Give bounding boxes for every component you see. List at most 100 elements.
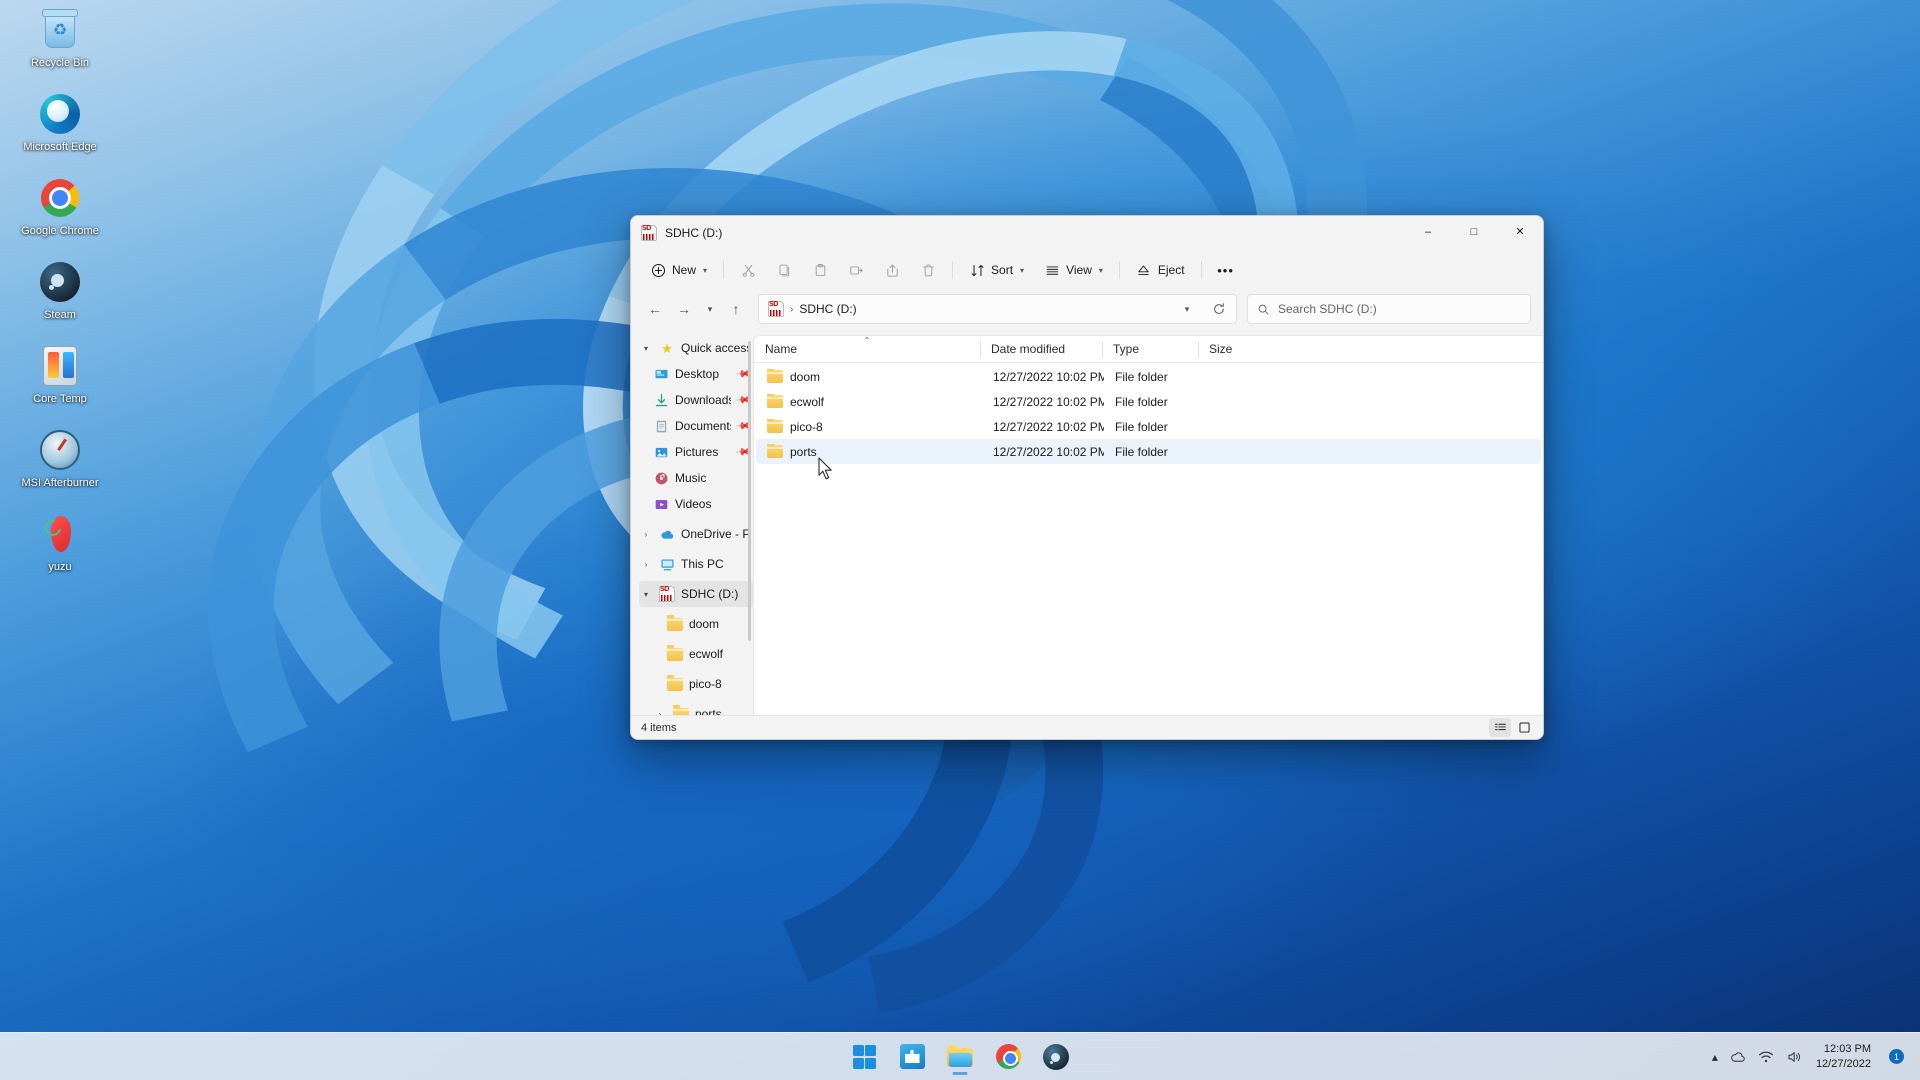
large-icons-view-button[interactable] bbox=[1513, 718, 1535, 737]
refresh-button[interactable] bbox=[1206, 297, 1232, 321]
chevron-down-icon[interactable]: ▾ bbox=[639, 344, 653, 353]
item-count-label: 4 items bbox=[641, 721, 677, 734]
taskbar-steam[interactable] bbox=[1036, 1037, 1076, 1077]
share-button[interactable] bbox=[875, 255, 909, 285]
window-titlebar[interactable]: SD SDHC (D:) – □ ✕ bbox=[631, 216, 1543, 249]
table-row[interactable]: doom 12/27/2022 10:02 PM File folder bbox=[756, 364, 1541, 389]
sidebar-item-this-pc[interactable]: › This PC bbox=[639, 551, 753, 577]
sidebar-item-ecwolf[interactable]: ecwolf bbox=[639, 641, 753, 667]
search-placeholder: Search SDHC (D:) bbox=[1278, 302, 1377, 316]
column-header-size[interactable]: Size bbox=[1198, 336, 1260, 363]
sidebar-item-videos[interactable]: Videos bbox=[639, 491, 753, 517]
sort-button[interactable]: Sort ▾ bbox=[960, 255, 1033, 285]
maximize-button[interactable]: □ bbox=[1451, 216, 1497, 249]
clock-button[interactable]: 12:03 PM 12/27/2022 bbox=[1808, 1042, 1879, 1072]
sidebar-item-label: SDHC (D:) bbox=[681, 587, 739, 601]
see-more-button[interactable]: ••• bbox=[1209, 255, 1243, 285]
column-header-row: ⌃ Name Date modified Type Size bbox=[754, 336, 1543, 363]
taskbar-microsoft-store[interactable] bbox=[892, 1037, 932, 1077]
share-icon bbox=[884, 262, 900, 278]
eject-button[interactable]: Eject bbox=[1127, 255, 1194, 285]
notification-center-button[interactable]: 1 bbox=[1879, 1039, 1910, 1075]
music-icon bbox=[653, 470, 669, 486]
chevron-right-icon[interactable]: › bbox=[653, 710, 667, 716]
large-icons-view-icon bbox=[1518, 722, 1530, 733]
folder-icon bbox=[767, 393, 783, 410]
desktop-icon-label: Microsoft Edge bbox=[23, 141, 97, 153]
back-button[interactable]: ← bbox=[641, 295, 669, 323]
sidebar-item-documents[interactable]: Documents 📌 bbox=[639, 413, 753, 439]
table-row[interactable]: ecwolf 12/27/2022 10:02 PM File folder bbox=[756, 389, 1541, 414]
taskbar-google-chrome[interactable] bbox=[988, 1037, 1028, 1077]
sort-icon bbox=[969, 262, 985, 278]
sidebar-item-music[interactable]: Music bbox=[639, 465, 753, 491]
start-button[interactable] bbox=[844, 1037, 884, 1077]
desktop-icon-google-chrome[interactable]: Google Chrome bbox=[17, 176, 103, 238]
sidebar-item-sdhc-d[interactable]: ▾ SD SDHC (D:) bbox=[639, 581, 753, 607]
divider bbox=[1200, 261, 1202, 279]
sidebar-item-doom[interactable]: doom bbox=[639, 611, 753, 637]
network-button[interactable] bbox=[1752, 1039, 1780, 1075]
desktop-icon-recycle-bin[interactable]: Recycle Bin bbox=[17, 8, 103, 70]
sidebar-item-ports[interactable]: › ports bbox=[639, 701, 753, 715]
folder-icon bbox=[667, 645, 683, 662]
copy-button[interactable] bbox=[767, 255, 801, 285]
cut-button[interactable] bbox=[731, 255, 765, 285]
taskbar: ▴ 12:03 PM 12/27/2022 1 bbox=[0, 1032, 1920, 1080]
delete-button[interactable] bbox=[911, 255, 945, 285]
column-header-date-modified[interactable]: Date modified bbox=[980, 336, 1102, 363]
table-row[interactable]: pico-8 12/27/2022 10:02 PM File folder bbox=[756, 414, 1541, 439]
file-name-cell: ports bbox=[756, 443, 982, 460]
sidebar-item-desktop[interactable]: Desktop 📌 bbox=[639, 361, 753, 387]
address-dropdown-button[interactable]: ▾ bbox=[1174, 297, 1200, 321]
rename-button[interactable] bbox=[839, 255, 873, 285]
search-input[interactable]: Search SDHC (D:) bbox=[1247, 294, 1531, 324]
desktop-icon-microsoft-edge[interactable]: Microsoft Edge bbox=[17, 92, 103, 154]
sidebar-item-onedrive[interactable]: › OneDrive - Perso bbox=[639, 521, 753, 547]
table-row[interactable]: ports 12/27/2022 10:02 PM File folder bbox=[756, 439, 1541, 464]
status-bar: 4 items bbox=[631, 715, 1543, 739]
sidebar-item-pictures[interactable]: Pictures 📌 bbox=[639, 439, 753, 465]
up-button[interactable]: ↑ bbox=[722, 295, 750, 323]
breadcrumb-current[interactable]: SDHC (D:) bbox=[799, 302, 856, 316]
system-tray: ▴ 12:03 PM 12/27/2022 1 bbox=[1706, 1033, 1920, 1080]
edge-icon bbox=[38, 92, 82, 136]
documents-icon bbox=[653, 418, 669, 434]
sidebar-item-pico-8[interactable]: pico-8 bbox=[639, 671, 753, 697]
new-button[interactable]: New ▾ bbox=[641, 255, 716, 285]
taskbar-app-group bbox=[844, 1033, 1076, 1080]
paste-button[interactable] bbox=[803, 255, 837, 285]
folder-icon bbox=[667, 615, 683, 632]
sidebar-item-label: Documents bbox=[675, 419, 731, 433]
chevron-down-icon: ▾ bbox=[703, 265, 708, 275]
folder-icon bbox=[767, 443, 783, 460]
desktop-icon-msi-afterburner[interactable]: MSI Afterburner bbox=[17, 428, 103, 490]
view-button[interactable]: View ▾ bbox=[1035, 255, 1112, 285]
chevron-right-icon[interactable]: › bbox=[639, 530, 653, 539]
file-name-cell: doom bbox=[756, 368, 982, 385]
forward-button[interactable]: → bbox=[670, 295, 698, 323]
chevron-right-icon[interactable]: › bbox=[639, 560, 653, 569]
show-hidden-icons-button[interactable]: ▴ bbox=[1706, 1039, 1724, 1075]
details-view-button[interactable] bbox=[1489, 718, 1511, 737]
column-header-name[interactable]: ⌃ Name bbox=[754, 336, 980, 363]
close-button[interactable]: ✕ bbox=[1497, 216, 1543, 249]
chevron-down-icon[interactable]: ▾ bbox=[639, 590, 653, 599]
sidebar-item-quick-access[interactable]: ▾ ★ Quick access bbox=[639, 335, 753, 361]
desktop-icon-core-temp[interactable]: Core Temp bbox=[17, 344, 103, 406]
sidebar-item-downloads[interactable]: Downloads 📌 bbox=[639, 387, 753, 413]
onedrive-tray-button[interactable] bbox=[1724, 1039, 1752, 1075]
address-bar[interactable]: SD › SDHC (D:) ▾ bbox=[758, 294, 1237, 324]
divider bbox=[723, 261, 725, 279]
column-header-type[interactable]: Type bbox=[1102, 336, 1198, 363]
desktop-icon-steam[interactable]: Steam bbox=[17, 260, 103, 322]
taskbar-file-explorer[interactable] bbox=[940, 1037, 980, 1077]
sidebar-scrollbar[interactable] bbox=[748, 341, 751, 641]
minimize-button[interactable]: – bbox=[1405, 216, 1451, 249]
divider bbox=[1118, 261, 1120, 279]
recent-locations-button[interactable]: ▾ bbox=[699, 295, 721, 323]
column-header-label: Date modified bbox=[991, 342, 1066, 356]
desktop-icon-yuzu[interactable]: yuzu bbox=[17, 512, 103, 574]
volume-icon bbox=[1788, 1051, 1800, 1062]
volume-button[interactable] bbox=[1780, 1039, 1808, 1075]
